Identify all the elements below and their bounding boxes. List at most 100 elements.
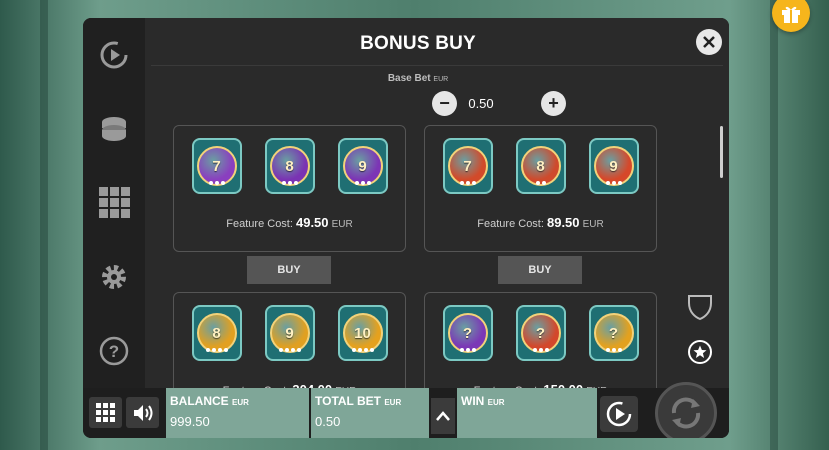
symbol-dot (605, 348, 610, 352)
symbol-dot (208, 181, 213, 185)
feature-symbol: 7 (440, 135, 496, 197)
feature-symbol: 7 (189, 135, 245, 197)
symbol-dot (541, 181, 546, 185)
base-bet-label-text: Base Bet (387, 73, 431, 84)
symbol-dots (454, 348, 482, 352)
symbol-dot (605, 181, 610, 185)
feature-cost-value: 49.50 (295, 215, 329, 230)
autoplay-icon[interactable] (600, 396, 638, 432)
win-currency: EUR (487, 398, 505, 407)
feature-symbols: 789 (174, 135, 405, 197)
feature-cost-label: Feature Cost: (477, 218, 544, 230)
feature-cost-label: Feature Cost: (226, 218, 293, 230)
symbol-coin: 8 (196, 313, 237, 353)
win-display: WIN EUR (457, 388, 597, 438)
symbol-dot (471, 181, 476, 185)
total-bet-label: TOTAL BET (315, 394, 381, 408)
feature-cost-currency: EUR (331, 219, 353, 230)
symbol-dot (278, 348, 283, 352)
symbol-coin: 10 (342, 313, 383, 353)
symbol-coin: 8 (520, 146, 561, 186)
coin-stack-icon[interactable] (96, 111, 132, 147)
feature-cost: Feature Cost: 89.50 EUR (425, 215, 656, 230)
paytable-grid-icon[interactable] (96, 184, 132, 220)
buy-button[interactable]: BUY (247, 256, 331, 284)
increase-bet-button[interactable]: + (541, 91, 566, 116)
bet-up-button[interactable] (431, 398, 455, 434)
autoplay-icon[interactable] (96, 37, 132, 73)
symbol-dot (611, 181, 616, 185)
feature-symbols: 8 9 10 (174, 302, 405, 364)
symbol-dot (284, 348, 289, 352)
symbol-dot (369, 348, 374, 352)
feature-card[interactable]: 7 8 9 Feature Cost: 49.50 EUR (173, 125, 406, 252)
symbol-dots (276, 181, 304, 185)
gear-icon[interactable] (96, 259, 132, 295)
feature-symbol: ? (586, 302, 642, 364)
symbol-dot (357, 348, 362, 352)
symbol-dot (281, 181, 286, 185)
symbol-dots (276, 348, 304, 352)
symbol-dot (217, 348, 222, 352)
feature-symbol: ? (513, 302, 569, 364)
symbol-dot (538, 348, 543, 352)
symbol-dot (617, 181, 622, 185)
feature-card[interactable]: 7 8 9 Feature Cost: 89.50 EUR (424, 125, 657, 252)
symbol-dot (287, 181, 292, 185)
feature-symbol: 9 (262, 302, 318, 364)
total-bet-currency: EUR (384, 398, 402, 407)
feature-cost-value: 89.50 (546, 215, 580, 230)
bottom-bar: BALANCE EUR 999.50 TOTAL BET EUR 0.50 WI… (83, 382, 729, 438)
base-bet-currency: EUR (433, 76, 449, 83)
shield-icon[interactable] (687, 293, 713, 326)
balance-display: BALANCE EUR 999.50 (166, 388, 309, 438)
symbol-coin: 7 (447, 146, 488, 186)
symbol-coin: 7 (196, 146, 237, 186)
buy-button[interactable]: BUY (498, 256, 582, 284)
symbol-coin: ? (520, 313, 561, 353)
symbol-dot (290, 348, 295, 352)
symbol-dots (349, 181, 377, 185)
symbol-dot (220, 181, 225, 185)
symbol-dot (223, 348, 228, 352)
symbol-dot (354, 181, 359, 185)
symbol-dots (600, 181, 628, 185)
win-label: WIN (461, 394, 485, 408)
symbol-dot (544, 348, 549, 352)
feature-symbol: 8 (262, 135, 318, 197)
question-icon[interactable]: ? (96, 333, 132, 369)
symbol-dots (454, 181, 482, 185)
scrollbar[interactable] (720, 126, 723, 178)
balance-value: 999.50 (170, 414, 210, 429)
total-bet-display: TOTAL BET EUR 0.50 (311, 388, 429, 438)
symbol-dot (293, 181, 298, 185)
symbol-dot (363, 348, 368, 352)
close-icon[interactable] (696, 29, 722, 55)
speaker-icon[interactable] (126, 397, 159, 428)
feature-symbol: 9 (586, 135, 642, 197)
feature-cost: Feature Cost: 49.50 EUR (174, 215, 405, 230)
symbol-dot (459, 181, 464, 185)
symbol-dot (611, 348, 616, 352)
divider (151, 65, 723, 66)
balance-label: BALANCE (170, 394, 229, 408)
gift-icon[interactable] (772, 0, 810, 32)
symbol-dot (459, 348, 464, 352)
spin-icon[interactable] (655, 382, 717, 438)
menu-grid-icon[interactable] (89, 397, 122, 428)
total-bet-value: 0.50 (315, 414, 341, 429)
symbol-dot (465, 348, 470, 352)
symbol-dot (214, 181, 219, 185)
symbol-coin: 8 (269, 146, 310, 186)
symbol-dot (351, 348, 356, 352)
symbol-dots (203, 181, 231, 185)
base-bet-value: 0.50 (468, 96, 494, 111)
symbol-dot (617, 348, 622, 352)
symbol-dot (360, 181, 365, 185)
symbol-dot (211, 348, 216, 352)
symbol-dots (203, 348, 231, 352)
feature-symbol: 8 (189, 302, 245, 364)
star-icon[interactable] (688, 340, 712, 364)
feature-symbol: 9 (335, 135, 391, 197)
background-pillar (770, 0, 778, 450)
